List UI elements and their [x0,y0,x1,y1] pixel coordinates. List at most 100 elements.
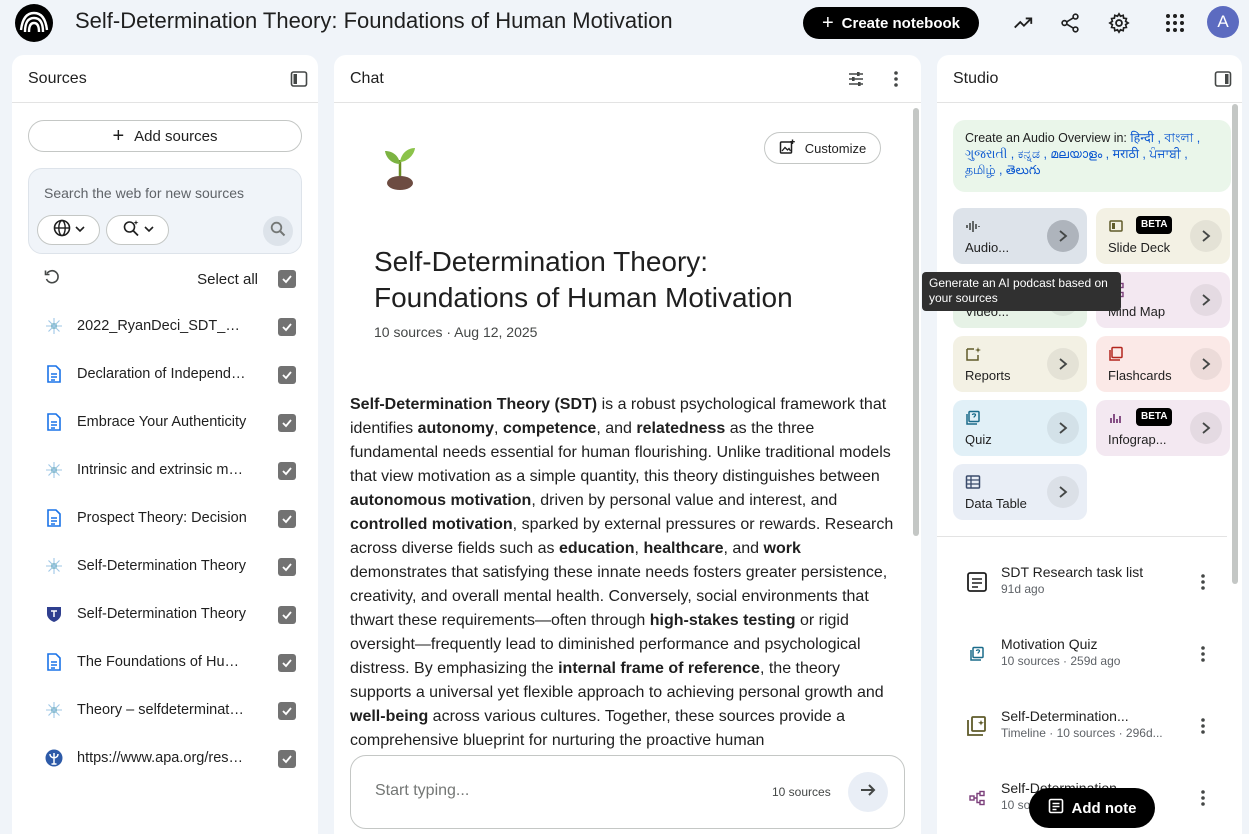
source-item[interactable]: Prospect Theory: Decision [12,495,318,543]
chevron-right-icon[interactable] [1190,220,1222,252]
settings-gear-icon[interactable] [1105,9,1133,37]
summary-text: , [494,420,503,437]
note-item[interactable]: SDT Research task list 91d ago [937,550,1227,622]
notebook-title[interactable]: Self-Determination Theory: Foundations o… [75,8,673,34]
chevron-right-icon[interactable] [1190,284,1222,316]
customize-image-icon [779,139,795,158]
select-all-row: Select all [28,265,302,293]
source-item[interactable]: Self-Determination Theory [12,543,318,591]
create-notebook-button[interactable]: + Create notebook [803,7,979,39]
source-checkbox[interactable] [278,462,296,480]
search-submit-button[interactable] [263,216,293,246]
studio-tile[interactable]: Reports [953,336,1087,392]
source-checkbox[interactable] [278,366,296,384]
audio-overview-language-banner: Create an Audio Overview in: हिन्दी , বা… [953,120,1231,192]
share-icon[interactable] [1056,9,1084,37]
web-icon [45,557,63,575]
chevron-right-icon[interactable] [1047,476,1079,508]
source-checkbox[interactable] [278,702,296,720]
chat-scrollbar[interactable] [913,108,919,536]
summary-key-term: autonomy [417,420,495,437]
more-vert-icon[interactable] [893,70,899,93]
note-item[interactable]: Self-Determination... Timeline · 10 sourc… [937,694,1227,766]
chevron-right-icon[interactable] [1047,348,1079,380]
analytics-icon[interactable] [1009,9,1037,37]
source-item[interactable]: Embrace Your Authenticity [12,399,318,447]
source-item[interactable]: 2022_RyanDeci_SDT_Encyclopedia [12,303,318,351]
doc-icon [45,365,63,383]
research-mode-dropdown[interactable] [106,215,169,245]
source-name: https://www.apa.org/research [77,750,247,766]
send-button[interactable] [848,772,888,812]
chevron-right-icon[interactable] [1190,412,1222,444]
refresh-sources-icon[interactable] [44,269,60,290]
source-checkbox[interactable] [278,318,296,336]
web-icon [45,461,63,479]
summary-key-term: high-stakes testing [649,612,796,629]
plus-icon: + [821,12,834,34]
studio-tile-label: Slide Deck [1108,240,1171,255]
web-search-input[interactable]: Search the web for new sources [44,185,244,201]
studio-tile[interactable]: BETA Infograp... [1096,400,1230,456]
collapse-panel-icon[interactable] [1214,70,1232,93]
source-checkbox[interactable] [278,510,296,528]
app-logo-icon[interactable] [15,4,53,42]
web-search-box: Search the web for new sources [28,168,302,254]
add-sources-label: Add sources [134,127,218,145]
source-checkbox[interactable] [278,654,296,672]
source-item[interactable]: Intrinsic and extrinsic motivation [12,447,318,495]
add-note-button[interactable]: Add note [1029,788,1155,828]
studio-scrollbar[interactable] [1232,104,1238,584]
more-vert-icon[interactable] [1192,784,1214,812]
chevron-right-icon[interactable] [1047,412,1079,444]
source-checkbox[interactable] [278,750,296,768]
apps-grid-icon[interactable] [1161,9,1189,37]
chevron-right-icon[interactable] [1190,348,1222,380]
chat-header: Chat [334,55,921,103]
studio-tile[interactable]: Audio... [953,208,1087,264]
chat-input[interactable]: Start typing... [375,782,469,800]
source-checkbox[interactable] [278,606,296,624]
avatar[interactable]: A [1207,6,1239,38]
timeline-icon [965,714,989,738]
chat-input-box[interactable]: Start typing... 10 sources [350,755,905,829]
summary-key-term: internal frame of reference [558,660,760,677]
source-item[interactable]: Declaration of Independence [12,351,318,399]
more-vert-icon[interactable] [1192,640,1214,668]
notebook-meta: 10 sources · Aug 12, 2025 [374,324,538,340]
summary-key-term: well-being [350,708,429,725]
divider [937,536,1227,537]
note-item[interactable]: Motivation Quiz 10 sources · 259d ago [937,622,1227,694]
table-icon [965,474,981,490]
collapse-panel-icon[interactable] [290,70,308,93]
flashcards-icon [1108,346,1124,362]
studio-tile[interactable]: BETA Slide Deck [1096,208,1230,264]
select-all-label: Select all [197,271,258,288]
summary-text: , and [723,540,764,557]
select-all-checkbox[interactable] [278,270,296,288]
add-sources-button[interactable]: + Add sources [28,120,302,152]
studio-tile[interactable]: Flashcards [1096,336,1230,392]
source-name: Self-Determination Theory [77,606,246,622]
audio-icon [965,218,981,234]
note-title: Motivation Quiz [1001,636,1098,652]
chat-title: Chat [350,69,384,87]
quiz-icon [965,642,989,666]
source-checkbox[interactable] [278,558,296,576]
more-vert-icon[interactable] [1192,568,1214,596]
source-checkbox[interactable] [278,414,296,432]
chevron-right-icon[interactable] [1047,220,1079,252]
top-bar: Self-Determination Theory: Foundations o… [0,0,1249,46]
customize-button[interactable]: Customize [764,132,881,164]
source-name: Declaration of Independence [77,366,247,382]
source-item[interactable]: Self-Determination Theory [12,591,318,639]
source-item[interactable]: The Foundations of Human [12,639,318,687]
tune-settings-icon[interactable] [847,70,865,93]
source-item[interactable]: Theory – selfdetermination [12,687,318,735]
note-add-icon [1048,798,1064,818]
source-item[interactable]: https://www.apa.org/research [12,735,318,783]
web-source-dropdown[interactable] [37,215,100,245]
studio-tile[interactable]: Quiz [953,400,1087,456]
studio-tile[interactable]: Data Table [953,464,1087,520]
more-vert-icon[interactable] [1192,712,1214,740]
